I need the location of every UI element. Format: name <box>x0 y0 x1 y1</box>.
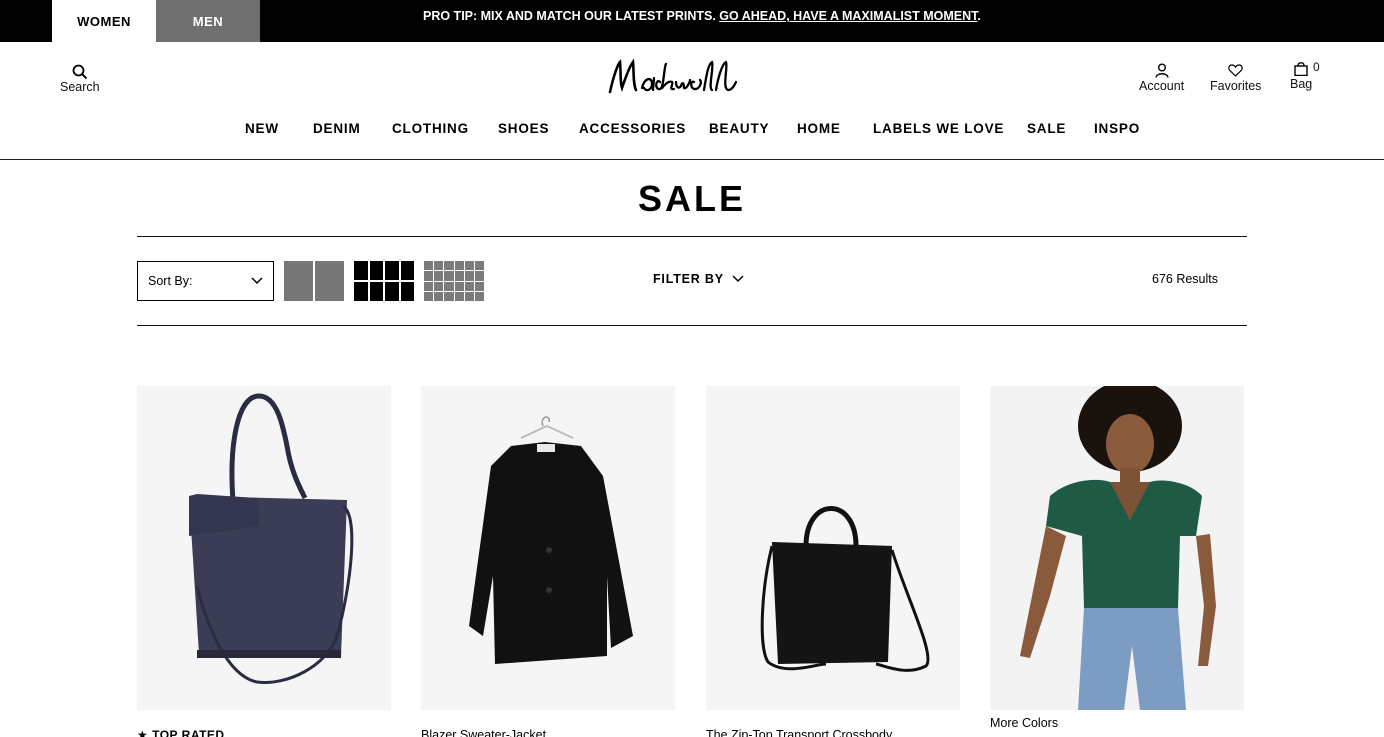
results-count: 676 Results <box>1152 272 1219 286</box>
nav-sale[interactable]: SALE <box>1027 121 1066 136</box>
nav-denim[interactable]: DENIM <box>313 121 361 136</box>
promo-text: PRO TIP: MIX AND MATCH OUR LATEST PRINTS… <box>423 9 720 23</box>
product-image-crossbody[interactable] <box>706 386 960 710</box>
promo-bar: WOMEN MEN PRO TIP: MIX AND MATCH OUR LAT… <box>0 0 1384 42</box>
bag-label: Bag <box>1290 77 1313 91</box>
product-badge: ★ TOP RATED <box>137 728 225 737</box>
nav-clothing[interactable]: CLOTHING <box>392 121 469 136</box>
toolbar-bottom-divider <box>137 325 1247 326</box>
account-label: Account <box>1139 79 1185 93</box>
favorites-button[interactable]: Favorites <box>1210 62 1261 93</box>
main-nav: NEW DENIM CLOTHING SHOES ACCESSORIES BEA… <box>0 121 1384 141</box>
product-card: ★ TOP RATED <box>137 386 391 737</box>
sort-dropdown[interactable]: Sort By: <box>137 261 274 301</box>
product-image-model-tee[interactable] <box>990 386 1244 710</box>
product-card: More Colors <box>990 386 1244 730</box>
nav-home[interactable]: HOME <box>797 121 841 136</box>
account-button[interactable]: Account <box>1139 62 1184 93</box>
sort-label: Sort By: <box>148 274 193 288</box>
grid-2-view-button[interactable] <box>284 261 344 301</box>
nav-inspo[interactable]: INSPO <box>1094 121 1140 136</box>
nav-accessories[interactable]: ACCESSORIES <box>579 121 686 136</box>
heart-icon <box>1228 62 1243 79</box>
filter-label: FILTER BY <box>653 272 724 286</box>
madewell-logo[interactable] <box>604 52 782 102</box>
promo-link[interactable]: GO AHEAD, HAVE A MAXIMALIST MOMENT <box>719 9 977 23</box>
filter-button[interactable]: FILTER BY <box>653 272 744 286</box>
grid-6-view-button[interactable] <box>424 261 484 301</box>
favorites-label: Favorites <box>1210 79 1262 93</box>
search-icon <box>72 63 88 80</box>
product-name[interactable]: The Zip-Top Transport Crossbody <box>706 728 892 737</box>
grid-4-view-button[interactable] <box>354 261 414 301</box>
nav-beauty[interactable]: BEAUTY <box>709 121 769 136</box>
nav-new[interactable]: NEW <box>245 121 279 136</box>
more-colors-link[interactable]: More Colors <box>990 716 1058 730</box>
promo-end: . <box>977 9 981 23</box>
product-image-blazer[interactable] <box>421 386 675 710</box>
bag-icon <box>1294 60 1308 77</box>
page-title: SALE <box>637 178 746 219</box>
tab-men[interactable]: MEN <box>156 0 260 42</box>
product-image-tote[interactable] <box>137 386 391 710</box>
chevron-down-icon <box>251 277 263 285</box>
bag-count: 0 <box>1313 60 1320 74</box>
product-card: The Zip-Top Transport Crossbody <box>706 386 960 737</box>
product-card: Blazer Sweater-Jacket <box>421 386 675 737</box>
product-name[interactable]: Blazer Sweater-Jacket <box>421 728 546 737</box>
user-icon <box>1154 62 1169 79</box>
header-divider <box>0 159 1384 160</box>
chevron-down-icon <box>732 275 744 283</box>
toolbar-top-divider <box>137 236 1247 237</box>
search-label: Search <box>60 80 100 94</box>
search-button[interactable]: Search <box>60 63 100 94</box>
nav-shoes[interactable]: SHOES <box>498 121 549 136</box>
promo-message: PRO TIP: MIX AND MATCH OUR LATEST PRINTS… <box>423 9 981 23</box>
tab-women[interactable]: WOMEN <box>52 0 156 42</box>
bag-button[interactable]: Bag 0 <box>1290 60 1320 91</box>
nav-labels-we-love[interactable]: LABELS WE LOVE <box>873 121 1004 136</box>
